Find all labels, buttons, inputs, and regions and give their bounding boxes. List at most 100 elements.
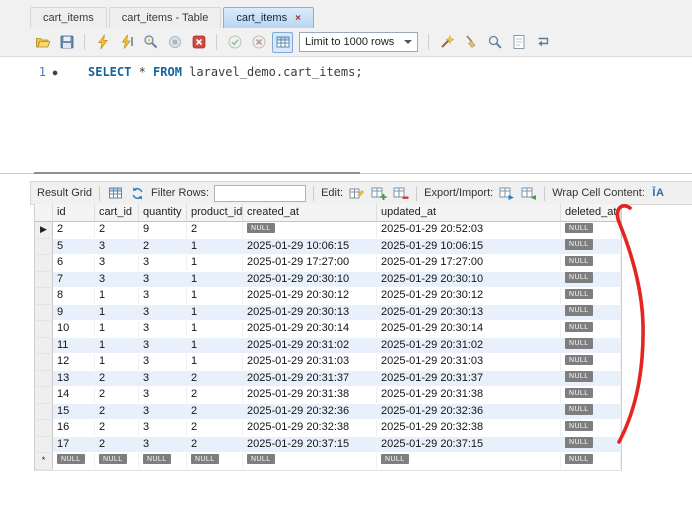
row-marker[interactable] [35,304,53,321]
find-button[interactable] [484,32,505,53]
cell-id[interactable]: 10 [53,321,95,337]
cell-created_at[interactable]: 2025-01-29 20:32:36 [243,403,377,419]
row-marker[interactable] [35,337,53,354]
cell-updated_at[interactable]: 2025-01-29 20:31:38 [377,387,561,403]
cell-deleted_at[interactable]: NULL [561,354,621,370]
cell-product_id[interactable]: 1 [187,271,243,287]
cell-quantity[interactable]: 3 [139,288,187,304]
cell-quantity[interactable]: 3 [139,271,187,287]
cell-deleted_at[interactable]: NULL [561,321,621,337]
cell-cart_id[interactable]: 3 [95,271,139,287]
beautify-button[interactable] [436,32,457,53]
cell-id[interactable]: 6 [53,255,95,271]
cell-product_id[interactable]: 2 [187,420,243,436]
export-button[interactable] [498,185,515,202]
cell-quantity[interactable]: 3 [139,387,187,403]
cell-id[interactable]: 9 [53,304,95,320]
delete-record-button[interactable] [392,185,409,202]
cell-deleted_at[interactable]: NULL [561,387,621,403]
column-header-created_at[interactable]: created_at [243,204,377,222]
cell-updated_at[interactable]: 2025-01-29 17:27:00 [377,255,561,271]
import-button[interactable] [520,185,537,202]
cell-id[interactable]: 16 [53,420,95,436]
rollback-button[interactable] [248,32,269,53]
cell-id[interactable]: 14 [53,387,95,403]
cell-product_id[interactable]: NULL [187,453,243,469]
row-marker[interactable] [35,271,53,288]
row-marker[interactable] [35,288,53,305]
cell-quantity[interactable]: 3 [139,354,187,370]
cell-product_id[interactable]: 2 [187,370,243,386]
cell-deleted_at[interactable]: NULL [561,288,621,304]
limit-rows-toggle[interactable] [272,31,293,53]
cell-id[interactable]: 2 [53,222,95,238]
cell-updated_at[interactable]: 2025-01-29 20:30:14 [377,321,561,337]
cell-deleted_at[interactable]: NULL [561,403,621,419]
cell-product_id[interactable]: 1 [187,255,243,271]
explain-button[interactable] [140,32,161,53]
cell-product_id[interactable]: 1 [187,321,243,337]
cell-product_id[interactable]: 1 [187,354,243,370]
column-header-cart_id[interactable]: cart_id [95,204,139,222]
cell-created_at[interactable]: 2025-01-29 20:37:15 [243,436,377,452]
row-marker[interactable] [35,321,53,338]
cell-updated_at[interactable]: 2025-01-29 20:32:38 [377,420,561,436]
cell-product_id[interactable]: 2 [187,403,243,419]
row-marker[interactable]: ▶ [35,222,53,239]
cell-updated_at[interactable]: 2025-01-29 20:37:15 [377,436,561,452]
cell-product_id[interactable]: 2 [187,436,243,452]
cell-created_at[interactable]: 2025-01-29 20:31:03 [243,354,377,370]
open-script-button[interactable] [32,32,53,53]
cell-product_id[interactable]: 1 [187,337,243,353]
invisible-chars-toggle[interactable] [508,32,529,53]
cell-deleted_at[interactable]: NULL [561,436,621,452]
stop-button[interactable] [164,32,185,53]
cell-quantity[interactable]: NULL [139,453,187,469]
row-marker[interactable] [35,354,53,371]
cell-quantity[interactable]: 3 [139,403,187,419]
cell-updated_at[interactable]: 2025-01-29 20:30:13 [377,304,561,320]
edit-record-button[interactable] [348,185,365,202]
cell-updated_at[interactable]: 2025-01-29 20:30:12 [377,288,561,304]
editor-results-splitter[interactable] [0,172,692,180]
new-row-marker[interactable]: * [35,453,53,470]
cell-quantity[interactable]: 3 [139,370,187,386]
cell-cart_id[interactable]: 1 [95,321,139,337]
execute-button[interactable] [92,32,113,53]
wrap-cell-content-toggle[interactable]: ĪA [650,185,667,202]
cell-quantity[interactable]: 3 [139,255,187,271]
sql-editor[interactable]: 1 ● SELECT * FROM laravel_demo.cart_item… [0,57,692,171]
limit-rows-dropdown[interactable]: Limit to 1000 rows [299,32,419,52]
row-marker[interactable] [35,420,53,437]
tab-cart-items[interactable]: cart_items [30,7,107,28]
cell-cart_id[interactable]: 2 [95,370,139,386]
cell-id[interactable]: 15 [53,403,95,419]
cell-cart_id[interactable]: 3 [95,255,139,271]
cell-quantity[interactable]: 2 [139,238,187,254]
cell-deleted_at[interactable]: NULL [561,255,621,271]
cell-updated_at[interactable]: 2025-01-29 20:30:10 [377,271,561,287]
cell-product_id[interactable]: 2 [187,387,243,403]
cell-deleted_at[interactable]: NULL [561,370,621,386]
cell-created_at[interactable]: NULL [243,222,377,238]
cell-deleted_at[interactable]: NULL [561,304,621,320]
cell-created_at[interactable]: 2025-01-29 20:30:12 [243,288,377,304]
cell-cart_id[interactable]: 1 [95,354,139,370]
clean-button[interactable] [460,32,481,53]
cell-created_at[interactable]: 2025-01-29 20:30:14 [243,321,377,337]
result-grid-view-button[interactable] [107,185,124,202]
column-header-deleted_at[interactable]: deleted_at [561,204,621,222]
cell-updated_at[interactable]: 2025-01-29 20:31:02 [377,337,561,353]
cell-created_at[interactable]: 2025-01-29 20:32:38 [243,420,377,436]
cell-deleted_at[interactable]: NULL [561,271,621,287]
cell-cart_id[interactable]: NULL [95,453,139,469]
cell-cart_id[interactable]: 1 [95,304,139,320]
cell-updated_at[interactable]: 2025-01-29 20:31:03 [377,354,561,370]
row-marker[interactable] [35,436,53,453]
column-header-product_id[interactable]: product_id [187,204,243,222]
cell-deleted_at[interactable]: NULL [561,420,621,436]
row-marker[interactable] [35,387,53,404]
column-header-updated_at[interactable]: updated_at [377,204,561,222]
close-tab-icon[interactable]: × [295,13,301,24]
cell-id[interactable]: 12 [53,354,95,370]
